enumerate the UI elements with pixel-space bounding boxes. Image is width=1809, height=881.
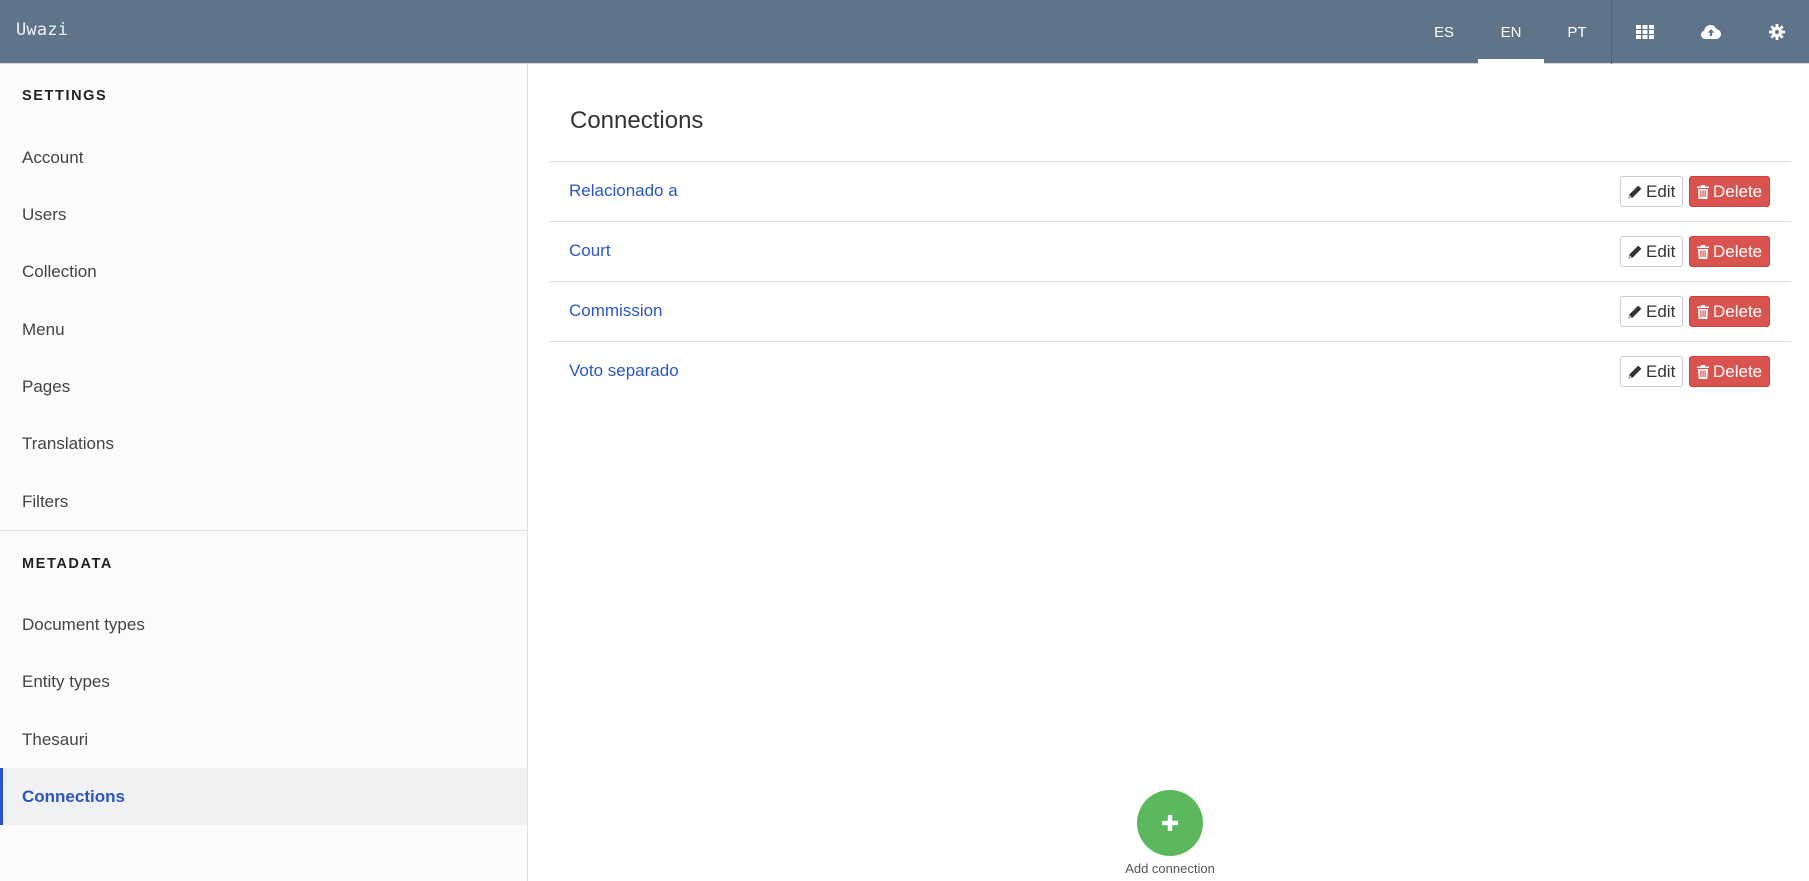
- pencil-icon: [1628, 365, 1642, 378]
- connection-row: Commission Edit Delete: [549, 281, 1791, 341]
- trash-icon: [1697, 244, 1709, 259]
- settings-gear-icon: [1769, 24, 1785, 40]
- sidebar-item-connections[interactable]: Connections: [0, 768, 527, 825]
- plus-icon: [1162, 815, 1178, 831]
- edit-label: Edit: [1646, 241, 1676, 261]
- edit-button[interactable]: Edit: [1620, 296, 1684, 327]
- pencil-icon: [1628, 185, 1642, 198]
- add-connection-button[interactable]: [1137, 790, 1203, 856]
- sidebar-item-translations[interactable]: Translations: [0, 415, 527, 472]
- library-button[interactable]: [1612, 0, 1678, 64]
- edit-button[interactable]: Edit: [1620, 356, 1684, 387]
- delete-button[interactable]: Delete: [1689, 176, 1771, 207]
- settings-button[interactable]: [1744, 0, 1809, 64]
- connection-row: Court Edit Delete: [549, 221, 1791, 281]
- pencil-icon: [1628, 305, 1642, 318]
- library-grid-icon: [1636, 25, 1654, 39]
- delete-button[interactable]: Delete: [1689, 356, 1771, 387]
- delete-button[interactable]: Delete: [1689, 296, 1771, 327]
- sidebar-item-collection[interactable]: Collection: [0, 243, 527, 300]
- connection-name[interactable]: Voto separado: [569, 361, 679, 381]
- cloud-upload-icon: [1701, 25, 1721, 39]
- trash-icon: [1697, 184, 1709, 199]
- settings-section-title: SETTINGS: [22, 88, 108, 104]
- connection-row: Voto separado Edit Delete: [549, 341, 1791, 401]
- connections-list: Relacionado a Edit Delete Court Edit Del…: [549, 161, 1791, 401]
- metadata-section-title: METADATA: [22, 556, 113, 572]
- sidebar-item-entity-types[interactable]: Entity types: [0, 653, 527, 710]
- edit-label: Edit: [1646, 361, 1676, 381]
- sidebar-item-pages[interactable]: Pages: [0, 358, 527, 415]
- settings-sidebar: SETTINGS Account Users Collection Menu P…: [0, 64, 528, 881]
- sidebar-item-document-types[interactable]: Document types: [0, 596, 527, 653]
- delete-label: Delete: [1713, 181, 1763, 201]
- pencil-icon: [1628, 245, 1642, 258]
- add-connection-label: Add connection: [1125, 861, 1215, 876]
- delete-label: Delete: [1713, 241, 1763, 261]
- language-en[interactable]: EN: [1478, 0, 1544, 64]
- connection-name[interactable]: Court: [569, 241, 611, 261]
- delete-label: Delete: [1713, 301, 1763, 321]
- sidebar-item-users[interactable]: Users: [0, 186, 527, 243]
- trash-icon: [1697, 364, 1709, 379]
- trash-icon: [1697, 304, 1709, 319]
- page-title: Connections: [570, 107, 704, 134]
- sidebar-item-menu[interactable]: Menu: [0, 301, 527, 358]
- edit-label: Edit: [1646, 181, 1676, 201]
- language-pt[interactable]: PT: [1544, 0, 1610, 64]
- connection-row: Relacionado a Edit Delete: [549, 161, 1791, 221]
- app-logo[interactable]: Uwazi: [16, 20, 68, 40]
- connection-name[interactable]: Commission: [569, 301, 663, 321]
- sidebar-item-filters[interactable]: Filters: [0, 473, 527, 530]
- connection-name[interactable]: Relacionado a: [569, 181, 678, 201]
- top-navbar: Uwazi ES EN PT: [0, 0, 1809, 64]
- sidebar-item-thesauri[interactable]: Thesauri: [0, 711, 527, 768]
- upload-button[interactable]: [1678, 0, 1744, 64]
- main-content: Connections Relacionado a Edit Delete Co…: [529, 64, 1809, 881]
- delete-button[interactable]: Delete: [1689, 236, 1771, 267]
- edit-button[interactable]: Edit: [1620, 176, 1684, 207]
- sidebar-divider: [0, 530, 527, 531]
- edit-button[interactable]: Edit: [1620, 236, 1684, 267]
- language-es[interactable]: ES: [1411, 0, 1477, 64]
- edit-label: Edit: [1646, 301, 1676, 321]
- delete-label: Delete: [1713, 361, 1763, 381]
- sidebar-item-account[interactable]: Account: [0, 129, 527, 186]
